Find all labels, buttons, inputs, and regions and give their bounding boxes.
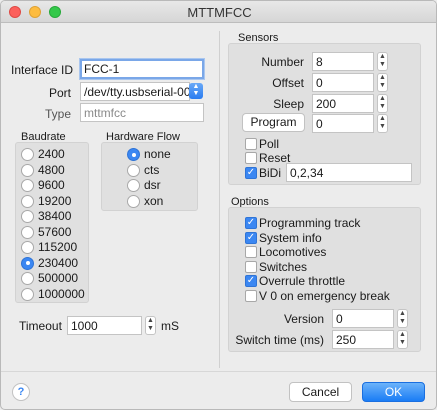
hardware-flow-option-label: xon xyxy=(144,193,164,208)
sensor-sleep-input[interactable]: 200 xyxy=(312,94,374,113)
option-checkbox[interactable] xyxy=(245,260,257,273)
reset-checkbox[interactable] xyxy=(245,152,257,164)
interface-id-input[interactable]: FCC-1 xyxy=(80,59,204,79)
baudrate-radio-4800[interactable] xyxy=(21,163,34,177)
program-value-stepper-icon[interactable]: ▲ ▼ xyxy=(377,114,388,133)
switch-time-label: Switch time (ms) xyxy=(235,333,324,347)
baudrate-option-label: 230400 xyxy=(38,255,79,270)
baudrate-radio-2400[interactable] xyxy=(21,148,34,161)
baudrate-radio-230400[interactable] xyxy=(21,256,34,270)
poll-label: Poll xyxy=(259,137,280,151)
column-divider xyxy=(219,31,220,368)
baudrate-radio-1000000[interactable] xyxy=(21,287,34,301)
bidi-input[interactable]: 0,2,34 xyxy=(286,163,412,182)
baudrate-option-label: 4800 xyxy=(38,162,65,177)
option-checkbox[interactable] xyxy=(245,289,257,302)
program-button[interactable]: Program xyxy=(242,113,305,132)
version-label: Version xyxy=(283,312,324,326)
baudrate-radio-57600[interactable] xyxy=(21,225,34,239)
program-value-input[interactable]: 0 xyxy=(312,114,374,133)
hardware-flow-option-label: none xyxy=(144,147,171,161)
interface-id-label: Interface ID xyxy=(11,63,74,77)
option-label: Switches xyxy=(259,259,308,274)
option-label: Locomotives xyxy=(259,245,327,259)
version-stepper-icon[interactable]: ▲ ▼ xyxy=(397,309,408,328)
baudrate-radio-38400[interactable] xyxy=(21,210,34,223)
version-input[interactable]: 0 xyxy=(332,309,394,328)
title-bar: MTTMFCC xyxy=(1,1,436,23)
baudrate-radio-19200[interactable] xyxy=(21,194,34,208)
baudrate-option-label: 115200 xyxy=(38,240,78,254)
baudrate-option-label: 57600 xyxy=(38,224,72,239)
option-label: System info xyxy=(259,230,322,245)
timeout-stepper-icon[interactable]: ▲ ▼ xyxy=(145,316,156,335)
timeout-unit: mS xyxy=(161,319,179,333)
option-checkbox[interactable] xyxy=(245,246,257,258)
baudrate-radio-500000[interactable] xyxy=(21,272,34,285)
baudrate-option-label: 19200 xyxy=(38,193,72,208)
sensor-number-label: Number xyxy=(261,55,304,69)
baudrate-option-label: 1000000 xyxy=(38,286,85,301)
hardware-flow-option-label: cts xyxy=(144,162,160,177)
sensor-number-stepper-icon[interactable]: ▲ ▼ xyxy=(377,52,388,71)
hardware-flow-radio-dsr[interactable] xyxy=(127,179,140,192)
footer-divider xyxy=(1,371,436,372)
port-dropdown-chevron-icon[interactable]: ▲ ▼ xyxy=(189,83,203,99)
switch-time-input[interactable]: 250 xyxy=(332,330,394,349)
baudrate-option-label: 2400 xyxy=(38,147,65,161)
option-checkbox[interactable]: ✓ xyxy=(245,231,257,244)
sensor-offset-input[interactable]: 0 xyxy=(312,73,374,92)
baudrate-radio-9600[interactable] xyxy=(21,179,34,192)
bidi-label: BiDi xyxy=(259,166,282,180)
hardware-flow-radio-none[interactable] xyxy=(127,148,140,161)
option-label: V 0 on emergency break xyxy=(259,288,390,303)
port-select[interactable]: /dev/tty.usbserial-0000 xyxy=(80,82,190,101)
type-field: mttmfcc xyxy=(80,103,204,122)
sensor-sleep-stepper-icon[interactable]: ▲ ▼ xyxy=(377,94,388,113)
ok-button[interactable]: OK xyxy=(362,382,425,402)
switch-time-stepper-icon[interactable]: ▲ ▼ xyxy=(397,330,408,349)
dialog-window: MTTMFCC Interface ID FCC-1 Port /dev/tty… xyxy=(0,0,437,410)
baudrate-option-label: 38400 xyxy=(38,209,72,223)
window-title: MTTMFCC xyxy=(187,5,252,20)
baudrate-option-label: 500000 xyxy=(38,271,79,285)
option-checkbox[interactable]: ✓ xyxy=(245,217,257,229)
hardware-flow-radio-cts[interactable] xyxy=(127,163,140,177)
help-icon[interactable]: ? xyxy=(12,383,30,401)
timeout-input[interactable]: 1000 xyxy=(67,316,142,335)
sensor-offset-label: Offset xyxy=(272,76,304,90)
timeout-label: Timeout xyxy=(19,319,62,333)
sensor-number-input[interactable]: 8 xyxy=(312,52,374,71)
option-checkbox[interactable]: ✓ xyxy=(245,275,257,287)
hardware-flow-option-label: dsr xyxy=(144,178,161,192)
baudrate-radio-115200[interactable] xyxy=(21,241,34,254)
sensor-sleep-label: Sleep xyxy=(273,97,304,111)
sensor-offset-stepper-icon[interactable]: ▲ ▼ xyxy=(377,73,388,92)
bidi-checkbox[interactable]: ✓ xyxy=(245,167,257,179)
hardware-flow-radio-xon[interactable] xyxy=(127,194,140,208)
poll-checkbox[interactable] xyxy=(245,138,257,150)
option-label: Overrule throttle xyxy=(259,274,346,288)
cancel-button[interactable]: Cancel xyxy=(289,382,352,402)
option-label: Programming track xyxy=(259,216,361,230)
baudrate-option-label: 9600 xyxy=(38,178,65,192)
port-label: Port xyxy=(48,86,71,100)
type-label: Type xyxy=(44,107,71,121)
